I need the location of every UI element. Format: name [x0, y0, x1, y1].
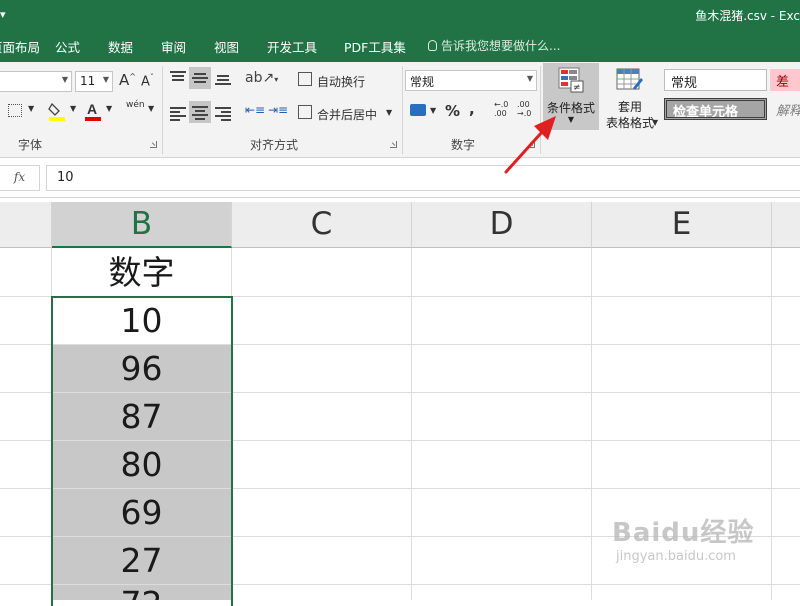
- column-header-d[interactable]: D: [412, 202, 592, 248]
- phonetic-icon: wén: [126, 100, 145, 110]
- fill-color-dropdown-icon[interactable]: ▼: [70, 104, 76, 113]
- align-left-icon[interactable]: [170, 106, 186, 121]
- title-bar: ▾ 鱼木混猪.csv - Exc 页面布局 公式 数据 审阅 视图 开发工具 P…: [0, 0, 800, 62]
- shrink-font-button[interactable]: Aˇ: [141, 73, 154, 89]
- grow-font-button[interactable]: A^: [119, 71, 136, 89]
- grow-font-icon: A: [119, 71, 130, 89]
- svg-text:A: A: [87, 101, 97, 117]
- watermark-logo-text: Baidu经验: [612, 518, 755, 548]
- font-group-label: 字体: [18, 138, 43, 152]
- fill-color-button[interactable]: [48, 101, 66, 121]
- font-name-combo[interactable]: ▼: [0, 71, 72, 92]
- insert-function-button[interactable]: fx: [0, 165, 40, 191]
- selection-range-border: [51, 296, 233, 606]
- chevron-down-icon: ▼: [61, 75, 68, 84]
- group-divider: [162, 66, 163, 154]
- column-divider: [411, 248, 412, 600]
- phonetic-dropdown-icon[interactable]: ▼: [148, 104, 154, 113]
- conditional-formatting-icon: ≠: [558, 67, 584, 93]
- align-middle-icon: [192, 71, 208, 85]
- comma-style-button[interactable]: ,: [469, 100, 475, 118]
- phonetic-guide-button[interactable]: wén: [126, 100, 145, 110]
- format-as-table-label-1: 套用: [617, 100, 642, 114]
- font-dialog-launcher-icon[interactable]: [150, 141, 157, 148]
- style-normal[interactable]: 常规: [664, 69, 767, 91]
- accounting-format-icon[interactable]: [410, 104, 426, 116]
- font-color-icon: A: [85, 101, 101, 121]
- lightbulb-icon: [428, 40, 437, 51]
- merge-dropdown-icon[interactable]: ▼: [386, 108, 392, 117]
- format-as-table-label-2: 表格格式: [605, 116, 654, 130]
- number-group-label: 数字: [451, 138, 476, 152]
- column-header-b[interactable]: B: [52, 202, 232, 248]
- format-as-table-button[interactable]: 套用 表格格式: [600, 66, 660, 130]
- orientation-icon[interactable]: ab↗▾: [245, 70, 278, 86]
- merge-center-icon: [298, 105, 312, 119]
- tell-me-search[interactable]: 告诉我您想要做什么...: [428, 37, 560, 54]
- column-header-e[interactable]: E: [592, 202, 772, 248]
- alignment-dialog-launcher-icon[interactable]: [390, 141, 397, 148]
- alignment-group-label: 对齐方式: [250, 138, 299, 152]
- shrink-font-icon: A: [141, 74, 150, 90]
- row-header-corner[interactable]: [0, 202, 52, 248]
- accounting-dropdown-icon[interactable]: ▼: [430, 106, 436, 115]
- column-divider: [771, 248, 772, 600]
- column-header-c[interactable]: C: [232, 202, 412, 248]
- number-format-value: 常规: [410, 75, 435, 89]
- quick-access-dropdown-icon[interactable]: ▾: [0, 8, 6, 21]
- tab-page-layout[interactable]: 页面布局: [0, 37, 40, 56]
- style-explanatory[interactable]: 解释: [770, 98, 800, 120]
- number-format-combo[interactable]: 常规 ▼: [405, 70, 537, 91]
- column-header-f[interactable]: [772, 202, 800, 248]
- align-top-icon[interactable]: [170, 70, 186, 84]
- font-size-combo[interactable]: 11 ▼: [75, 71, 113, 92]
- formula-input[interactable]: 10: [46, 165, 800, 191]
- wrap-text-button[interactable]: 自动换行: [317, 73, 365, 90]
- baidu-watermark: Baidu经验 jingyan.baidu.com: [612, 512, 754, 564]
- watermark-url: jingyan.baidu.com: [616, 549, 736, 564]
- cell-b1[interactable]: 数字: [52, 249, 231, 296]
- group-divider: [402, 66, 403, 154]
- annotation-arrow-icon: [504, 116, 556, 174]
- chevron-down-icon: ▼: [102, 75, 109, 84]
- format-table-dropdown-icon[interactable]: ▼: [652, 118, 658, 127]
- tell-me-text: 告诉我您想要做什么...: [441, 39, 561, 53]
- wrap-text-icon: [298, 72, 312, 86]
- increase-indent-icon[interactable]: ⇥≡: [268, 103, 288, 117]
- chevron-down-icon: ▼: [526, 74, 533, 83]
- tab-developer[interactable]: 开发工具: [267, 37, 317, 56]
- decrease-indent-icon[interactable]: ⇤≡: [245, 103, 265, 117]
- format-as-table-icon: [616, 68, 643, 90]
- align-center-icon: [192, 105, 208, 120]
- column-divider: [591, 248, 592, 600]
- style-bad[interactable]: 差: [770, 69, 800, 91]
- merge-center-button[interactable]: 合并后居中: [317, 106, 377, 123]
- font-size-value: 11: [80, 74, 96, 88]
- tab-data[interactable]: 数据: [108, 37, 133, 56]
- percent-style-button[interactable]: %: [445, 102, 460, 120]
- tab-review[interactable]: 审阅: [161, 37, 186, 56]
- borders-button[interactable]: [8, 104, 22, 117]
- align-bottom-icon[interactable]: [215, 72, 231, 86]
- font-color-button[interactable]: A: [84, 101, 102, 121]
- tab-formulas[interactable]: 公式: [55, 37, 80, 56]
- svg-text:≠: ≠: [573, 83, 581, 93]
- paint-bucket-icon: [48, 102, 65, 121]
- align-right-icon[interactable]: [215, 106, 231, 121]
- style-check-cell[interactable]: 检查单元格: [664, 98, 767, 120]
- tab-pdf-tools[interactable]: PDF工具集: [344, 37, 406, 56]
- font-color-dropdown-icon[interactable]: ▼: [106, 104, 112, 113]
- window-title: 鱼木混猪.csv - Exc: [695, 9, 800, 23]
- tab-view[interactable]: 视图: [214, 37, 239, 56]
- borders-dropdown-icon[interactable]: ▼: [28, 104, 34, 113]
